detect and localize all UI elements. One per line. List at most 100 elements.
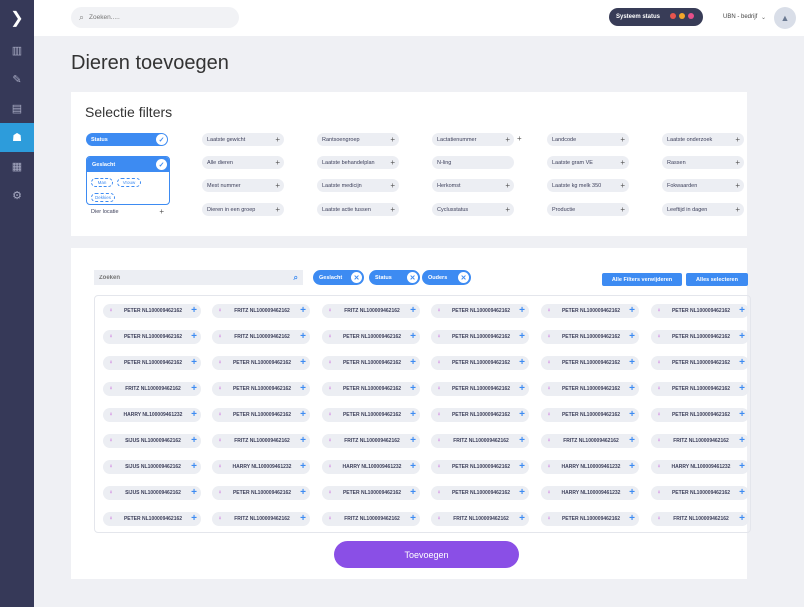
add-icon[interactable]: + (189, 462, 199, 472)
add-icon[interactable]: + (189, 332, 199, 342)
animal-card[interactable]: ♀ PETER NL100009462162 + (541, 382, 639, 396)
animal-card[interactable]: ♀ HARRY NL100009461232 + (322, 460, 420, 474)
add-icon[interactable]: + (627, 462, 637, 472)
add-icon[interactable]: + (517, 514, 527, 524)
add-icon[interactable]: + (298, 410, 308, 420)
add-icon[interactable]: + (189, 488, 199, 498)
animal-card[interactable]: ♀ PETER NL100009462162 + (322, 408, 420, 422)
add-icon[interactable]: + (737, 488, 747, 498)
filter-chip[interactable]: Laatste onderzoek + (662, 133, 744, 146)
add-icon[interactable]: + (737, 462, 747, 472)
filter-chip[interactable]: Laatste medicijn + (317, 179, 399, 192)
animal-card[interactable]: ♀ PETER NL100009462162 + (431, 382, 529, 396)
add-icon[interactable]: + (737, 332, 747, 342)
add-icon[interactable]: + (408, 462, 418, 472)
company-name[interactable]: UBN - bedrijf (723, 14, 757, 20)
animal-card[interactable]: ♀ FRITZ NL100009462162 + (322, 304, 420, 318)
add-icon[interactable]: + (627, 410, 637, 420)
animal-card[interactable]: ♀ PETER NL100009462162 + (541, 356, 639, 370)
filter-chip[interactable]: Cyclusstatus + (432, 203, 514, 216)
add-animals-button[interactable]: Toevoegen (334, 541, 519, 568)
animal-search-input[interactable] (99, 274, 279, 281)
add-icon[interactable]: + (737, 410, 747, 420)
close-icon[interactable]: ✕ (407, 272, 418, 283)
active-filter-tag[interactable]: Ouders ✕ (422, 270, 471, 285)
add-icon[interactable]: + (408, 488, 418, 498)
active-filter-tag[interactable]: Geslacht ✕ (313, 270, 364, 285)
animal-card[interactable]: ♀ FRITZ NL100009462162 + (431, 512, 529, 526)
add-icon[interactable]: + (737, 384, 747, 394)
close-icon[interactable]: ✕ (458, 272, 469, 283)
add-icon[interactable]: + (408, 384, 418, 394)
animal-card[interactable]: ♀ PETER NL100009462162 + (651, 304, 749, 318)
add-icon[interactable]: + (189, 436, 199, 446)
add-icon[interactable]: + (298, 488, 308, 498)
add-icon[interactable]: + (408, 410, 418, 420)
system-status-button[interactable]: Systeem status (609, 8, 703, 26)
plus-icon[interactable]: + (517, 134, 522, 143)
animal-card[interactable]: ♀ PETER NL100009462162 + (212, 382, 310, 396)
filter-chip[interactable]: Laatste gewicht + (202, 133, 284, 146)
animal-card[interactable]: ♀ PETER NL100009462162 + (541, 512, 639, 526)
filter-chip[interactable]: Leeftijd in dagen + (662, 203, 744, 216)
animal-card[interactable]: ♀ HARRY NL100009461232 + (541, 486, 639, 500)
add-icon[interactable]: + (517, 384, 527, 394)
add-icon[interactable]: + (627, 332, 637, 342)
add-icon[interactable]: + (408, 436, 418, 446)
filter-chip[interactable]: Mest nummer + (202, 179, 284, 192)
animal-card[interactable]: ♀ PETER NL100009462162 + (541, 330, 639, 344)
add-icon[interactable]: + (517, 436, 527, 446)
filter-chip[interactable]: Alle dieren + (202, 156, 284, 169)
animal-card[interactable]: ♀ HARRY NL100009461232 + (212, 460, 310, 474)
add-icon[interactable]: + (298, 358, 308, 368)
animal-card[interactable]: ♀ PETER NL100009462162 + (212, 356, 310, 370)
settings-icon[interactable]: ⚙ (0, 181, 34, 210)
animal-card[interactable]: ♀ PETER NL100009462162 + (431, 486, 529, 500)
filter-chip[interactable]: Laatste gram VE + (547, 156, 629, 169)
filter-chip[interactable]: Fokwaarden + (662, 179, 744, 192)
add-icon[interactable]: + (517, 410, 527, 420)
animal-card[interactable]: ♀ HARRY NL100009461232 + (651, 460, 749, 474)
filter-gender-header[interactable]: Geslacht ✓ (87, 157, 169, 172)
animals-icon[interactable]: ☗ (0, 123, 34, 152)
animal-card[interactable]: ♀ PETER NL100009462162 + (212, 408, 310, 422)
animal-card[interactable]: ♀ PETER NL100009462162 + (651, 486, 749, 500)
add-icon[interactable]: + (298, 514, 308, 524)
animal-card[interactable]: ♀ FRITZ NL100009462162 + (212, 304, 310, 318)
animal-card[interactable]: ♀ PETER NL100009462162 + (431, 460, 529, 474)
animal-card[interactable]: ♀ FRITZ NL100009462162 + (431, 434, 529, 448)
animal-card[interactable]: ♀ FRITZ NL100009462162 + (541, 434, 639, 448)
gender-option-dekkies[interactable]: Dekkies (91, 193, 115, 202)
animal-card[interactable]: ♀ PETER NL100009462162 + (103, 304, 201, 318)
add-icon[interactable]: + (517, 488, 527, 498)
animal-card[interactable]: ♀ HARRY NL100009461232 + (103, 408, 201, 422)
add-icon[interactable]: + (298, 384, 308, 394)
animal-card[interactable]: ♀ FRITZ NL100009462162 + (651, 512, 749, 526)
animal-card[interactable]: ♀ PETER NL100009462162 + (651, 330, 749, 344)
add-icon[interactable]: + (298, 462, 308, 472)
search-input[interactable] (89, 14, 220, 21)
animal-card[interactable]: ♀ FRITZ NL100009462162 + (322, 434, 420, 448)
filter-dier-locatie[interactable]: Dier locatie + (86, 205, 168, 218)
animal-card[interactable]: ♀ HARRY NL100009461232 + (541, 460, 639, 474)
animal-card[interactable]: ♀ PETER NL100009462162 + (651, 408, 749, 422)
add-icon[interactable]: + (737, 306, 747, 316)
animal-card[interactable]: ♀ SIJUS NL100009462162 + (103, 434, 201, 448)
avatar[interactable]: ▲ (774, 7, 796, 29)
animal-card[interactable]: ♀ FRITZ NL100009462162 + (651, 434, 749, 448)
add-icon[interactable]: + (627, 488, 637, 498)
filter-chip[interactable]: Productie + (547, 203, 629, 216)
animal-card[interactable]: ♀ PETER NL100009462162 + (431, 330, 529, 344)
add-icon[interactable]: + (627, 384, 637, 394)
animal-card[interactable]: ♀ PETER NL100009462162 + (322, 330, 420, 344)
animal-card[interactable]: ♀ PETER NL100009462162 + (541, 304, 639, 318)
animal-card[interactable]: ♀ PETER NL100009462162 + (541, 408, 639, 422)
animal-card[interactable]: ♀ SIJUS NL100009462162 + (103, 486, 201, 500)
select-all-button[interactable]: Alles selecteren (686, 273, 748, 286)
filter-chip[interactable]: Lactatienummer + (432, 133, 514, 146)
add-icon[interactable]: + (298, 332, 308, 342)
chevron-right-icon[interactable]: ❯ (0, 0, 34, 36)
animal-card[interactable]: ♀ PETER NL100009462162 + (103, 330, 201, 344)
add-icon[interactable]: + (627, 358, 637, 368)
animal-card[interactable]: ♀ FRITZ NL100009462162 + (322, 512, 420, 526)
